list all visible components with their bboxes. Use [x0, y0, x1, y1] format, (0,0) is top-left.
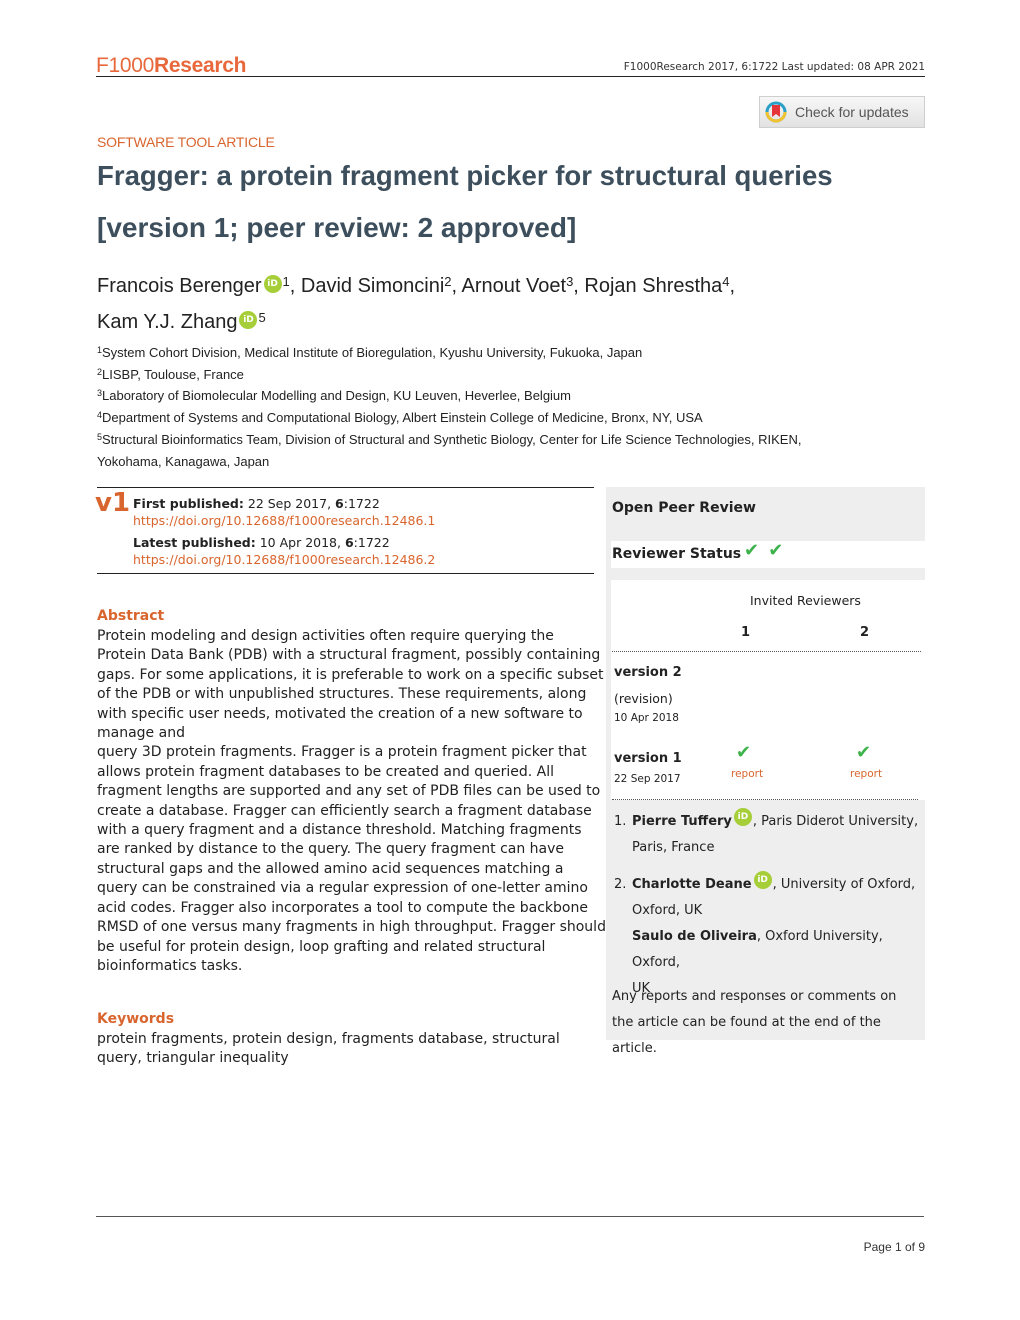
reviewer-item: 1. Pierre Tuffery iD, Paris Diderot Univer…	[614, 808, 919, 835]
affiliation-item: 2LISBP, Toulouse, France	[97, 363, 801, 385]
version-2-label: version 2	[614, 665, 682, 680]
article-version-status: [version 1; peer review: 2 approved]	[97, 212, 577, 243]
latest-published-page: :1722	[353, 535, 390, 550]
first-published: First published: 22 Sep 2017, 6:1722	[133, 496, 380, 511]
affiliation-text: Department of Systems and Computational …	[102, 410, 703, 426]
citation-header: F1000Research 2017, 6:1722 Last updated:…	[623, 61, 925, 73]
author-list: Francois Berenger iD 1, David Simoncini2, …	[97, 266, 857, 338]
approved-check-icon: ✔	[768, 540, 784, 561]
orcid-icon[interactable]: iD	[753, 871, 772, 889]
reviewer-column-2: 2	[860, 625, 870, 640]
affiliation-text: LISBP, Toulouse, France	[102, 366, 244, 382]
invited-reviewers-label: Invited Reviewers	[750, 593, 861, 608]
orcid-icon[interactable]: iD	[239, 311, 258, 329]
logo-research: Research	[154, 54, 247, 77]
affiliation-marker: 2	[444, 274, 452, 289]
publication-divider-bottom	[97, 573, 594, 574]
author-name[interactable]: Kam Y.J. Zhang	[97, 311, 237, 333]
keywords-heading: Keywords	[97, 1011, 175, 1027]
first-doi-link[interactable]: https://doi.org/10.12688/f1000research.1…	[133, 513, 435, 528]
reviewer-item: Saulo de Oliveira, Oxford University, Ox…	[632, 929, 883, 970]
affiliation-item: 4Department of Systems and Computational…	[97, 406, 801, 428]
article-type: SOFTWARE TOOL ARTICLE	[97, 134, 275, 150]
reviewer-status-ticks: ✔ ✔	[744, 541, 783, 560]
author-name[interactable]: Arnout Voet	[462, 275, 567, 297]
approved-check-icon: ✔	[744, 540, 760, 561]
abstract-heading: Abstract	[97, 608, 165, 624]
orcid-icon[interactable]: iD	[263, 275, 282, 293]
latest-published: Latest published: 10 Apr 2018, 6:1722	[133, 535, 390, 550]
report-link-reviewer-2[interactable]: report	[850, 768, 882, 780]
latest-published-volume: 6	[344, 535, 354, 550]
footer-divider	[96, 1216, 924, 1217]
article-title: Fragger: a protein fragment picker for s…	[97, 160, 833, 191]
author-separator: ,	[729, 275, 736, 297]
version-1-date: 22 Sep 2017	[614, 773, 681, 785]
affiliation-item: 3Laboratory of Biomolecular Modelling an…	[97, 384, 801, 406]
reviewer-item: 2. Charlotte Deane iD, University of Oxfor…	[614, 871, 919, 898]
latest-doi-link[interactable]: https://doi.org/10.12688/f1000research.1…	[133, 552, 435, 567]
logo-f1000: F1000	[96, 54, 155, 77]
author-name[interactable]: Rojan Shrestha	[584, 275, 722, 297]
latest-published-date: 10 Apr 2018,	[255, 535, 345, 550]
abstract-text: Protein modeling and design activities o…	[97, 628, 606, 974]
reviewer-column-1: 1	[741, 625, 751, 640]
orcid-icon[interactable]: iD	[733, 808, 752, 826]
author-name[interactable]: Francois Berenger	[97, 275, 262, 297]
affiliation-marker: 1	[282, 274, 290, 289]
report-link-reviewer-1[interactable]: report	[731, 768, 763, 780]
reviewer-name[interactable]: Pierre Tuffery	[632, 814, 732, 829]
affiliation-item: Yokohama, Kanagawa, Japan	[97, 450, 801, 472]
latest-published-label: Latest published:	[133, 535, 256, 550]
reviewer-list: 1. Pierre Tuffery iD, Paris Diderot Univer…	[614, 808, 919, 1002]
peer-review-footnote: Any reports and responses or comments on…	[612, 989, 897, 1056]
version-2-date: 10 Apr 2018	[614, 712, 679, 724]
f1000research-logo[interactable]: F1000Research	[96, 54, 247, 78]
page-number: Page 1 of 9	[863, 1240, 925, 1254]
table-divider	[612, 799, 918, 800]
keywords-text: protein fragments, protein design, fragm…	[97, 1031, 560, 1067]
header-divider	[96, 76, 925, 77]
crossmark-icon	[765, 101, 787, 123]
affiliation-item: 5Structural Bioinformatics Team, Divisio…	[97, 428, 801, 450]
author-separator: ,	[289, 275, 301, 297]
check-for-updates-button[interactable]: Check for updates	[759, 96, 925, 128]
first-published-volume: 6	[335, 496, 344, 511]
check-for-updates-label: Check for updates	[795, 104, 909, 120]
author-separator: ,	[573, 275, 585, 297]
version-badge: v1	[95, 488, 131, 518]
first-published-page: :1722	[343, 496, 380, 511]
version-2-revision: (revision)	[614, 691, 673, 706]
version-1-label: version 1	[614, 751, 682, 766]
affiliation-list: 1System Cohort Division, Medical Institu…	[97, 341, 801, 471]
affiliation-text: System Cohort Division, Medical Institut…	[102, 345, 643, 360]
approved-check-icon: ✔	[736, 742, 752, 763]
author-name[interactable]: David Simoncini	[301, 275, 444, 297]
table-divider	[612, 651, 921, 652]
reviewer-table	[611, 580, 925, 800]
affiliation-text: Yokohama, Kanagawa, Japan	[97, 453, 270, 469]
author-separator: ,	[451, 275, 462, 297]
reviewer-name[interactable]: Charlotte Deane	[632, 877, 752, 892]
open-peer-review-title: Open Peer Review	[612, 500, 756, 516]
affiliation-text: Laboratory of Biomolecular Modelling and…	[102, 388, 571, 404]
first-published-label: First published:	[133, 496, 244, 511]
affiliation-marker: 5	[258, 310, 266, 325]
reviewer-name[interactable]: Saulo de Oliveira	[632, 929, 757, 944]
affiliation-item: 1System Cohort Division, Medical Institu…	[97, 341, 801, 363]
approved-check-icon: ✔	[856, 742, 872, 763]
publication-divider-top	[97, 487, 594, 488]
affiliation-text: Structural Bioinformatics Team, Division…	[102, 431, 802, 447]
affiliation-marker: 4	[722, 274, 730, 289]
reviewer-status-label: Reviewer Status	[612, 546, 742, 562]
first-published-date: 22 Sep 2017,	[243, 496, 336, 511]
